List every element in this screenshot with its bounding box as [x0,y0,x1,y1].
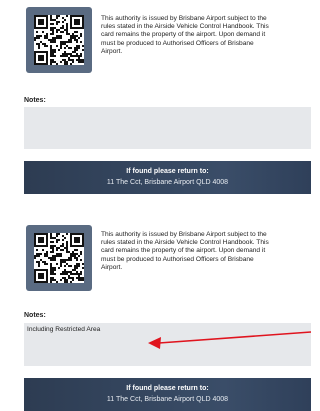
qr-code-frame [26,7,92,73]
notes-label: Notes: [24,97,46,104]
authority-text: This authority is issued by Brisbane Air… [101,15,269,55]
notes-label: Notes: [24,312,46,319]
return-banner: If found please return to: 11 The Cct, B… [24,378,311,411]
return-address: 11 The Cct, Brisbane Airport QLD 4008 [106,396,229,403]
return-banner: If found please return to: 11 The Cct, B… [24,161,311,194]
arrow-shaft [158,331,311,344]
notes-box [24,107,311,149]
arrow-icon [148,331,311,349]
authority-text: This authority is issued by Brisbane Air… [101,231,269,271]
qr-code-frame [26,225,92,291]
qr-code-icon [34,15,84,65]
return-title: If found please return to: [126,385,209,392]
return-address: 11 The Cct, Brisbane Airport QLD 4008 [106,179,229,186]
qr-code-icon [34,233,84,283]
return-title: If found please return to: [126,168,209,175]
notes-value: Including Restricted Area [27,326,101,333]
access-card-blank: This authority is issued by Brisbane Air… [0,0,311,196]
access-card-restricted: This authority is issued by Brisbane Air… [0,210,311,411]
